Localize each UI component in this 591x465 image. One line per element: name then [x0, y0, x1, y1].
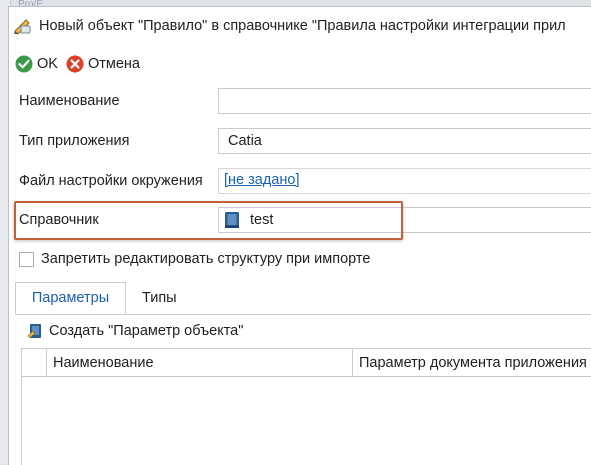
env-file-link[interactable]: [не задано] — [224, 172, 299, 188]
tab-strip: Параметры Типы — [15, 282, 591, 315]
title-bar: Новый объект "Правило" в справочнике "Пр… — [9, 7, 591, 45]
window-title: Новый объект "Правило" в справочнике "Пр… — [39, 18, 566, 34]
name-label: Наименование — [19, 93, 120, 109]
app-type-row: Тип приложения — [19, 127, 218, 155]
cancel-button[interactable]: Отмена — [66, 55, 140, 73]
create-parameter-button[interactable]: Создать "Параметр объекта" — [27, 322, 243, 340]
create-parameter-label: Создать "Параметр объекта" — [49, 323, 244, 339]
lock-structure-checkbox-row[interactable]: Запретить редактировать структуру при им… — [19, 251, 370, 267]
column-separator — [352, 349, 353, 376]
env-file-row: Файл настройки окружения — [19, 167, 218, 195]
dialog-toolbar: OK Отмена — [15, 53, 148, 75]
rule-object-icon — [11, 15, 33, 37]
app-type-field[interactable]: Catia — [218, 128, 591, 154]
new-object-icon — [27, 324, 41, 339]
app-type-label: Тип приложения — [19, 133, 130, 149]
lock-structure-checkbox[interactable] — [19, 251, 34, 267]
ok-button[interactable]: OK — [15, 55, 58, 73]
app-type-value: Catia — [228, 133, 262, 149]
table-header: Наименование Параметр документа приложен… — [22, 349, 591, 377]
lock-structure-label: Запретить редактировать структуру при им… — [41, 251, 371, 267]
row-selector-header — [22, 349, 47, 376]
tab-types[interactable]: Типы — [142, 282, 177, 314]
cancel-icon — [66, 55, 84, 73]
column-header-name[interactable]: Наименование — [53, 349, 154, 376]
dialog-window: Новый объект "Правило" в справочнике "Пр… — [8, 6, 591, 465]
tab-parameters[interactable]: Параметры — [15, 282, 126, 314]
env-file-label: Файл настройки окружения — [19, 173, 203, 189]
reference-highlight-frame — [14, 201, 403, 240]
ok-label: OK — [37, 56, 58, 72]
check-icon — [15, 55, 33, 73]
name-input[interactable] — [218, 88, 591, 114]
cancel-label: Отмена — [87, 56, 140, 72]
parameters-table: Наименование Параметр документа приложен… — [21, 348, 591, 465]
name-row: Наименование — [19, 87, 218, 115]
column-header-doc-parameter[interactable]: Параметр документа приложения — [359, 349, 587, 376]
